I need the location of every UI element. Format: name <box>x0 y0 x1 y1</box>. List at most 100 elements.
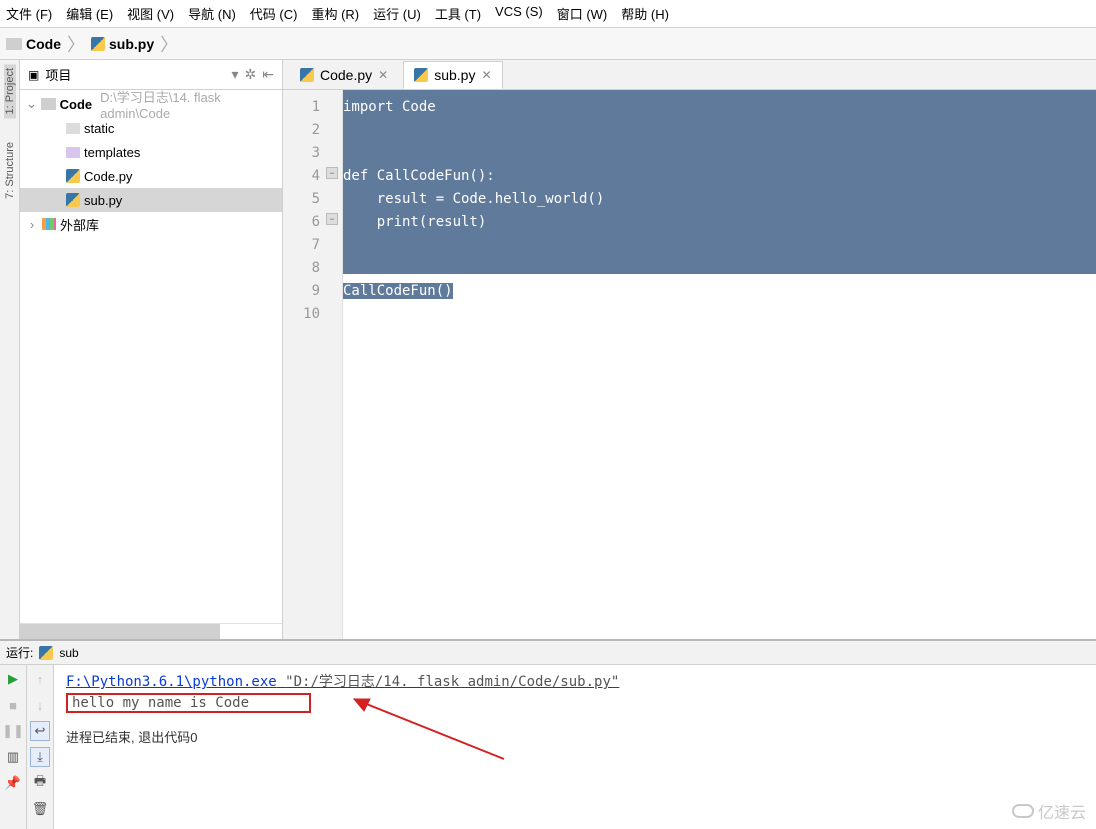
tree-expand-icon[interactable]: ⌄ <box>26 96 37 112</box>
run-toolbar-left: ▶ ■ ❚❚ ▥ 📌 <box>0 665 27 829</box>
watermark: 亿速云 <box>1012 799 1086 823</box>
project-horizontal-scrollbar[interactable] <box>20 623 282 639</box>
left-toolwindow-strip: 1: Project 7: Structure <box>0 60 20 639</box>
line-number: 5 <box>283 188 342 211</box>
stop-button[interactable]: ■ <box>3 695 23 715</box>
down-button[interactable]: ↓ <box>30 695 50 715</box>
breadcrumb-root-label: Code <box>26 36 61 52</box>
menu-navigate[interactable]: 导航 (N) <box>188 4 236 23</box>
tree-root-path: D:\学习日志\14. flask admin\Code <box>100 90 278 121</box>
folder-icon <box>41 98 56 110</box>
run-header: 运行: sub <box>0 641 1096 665</box>
line-number: 9 <box>283 280 342 303</box>
annotation-arrow-icon <box>344 689 514 773</box>
print-button[interactable]: 🖶 <box>30 773 50 793</box>
code-editor[interactable]: 1 2 3 4 5 6 7 8 9 10 − − import Code def… <box>283 90 1096 639</box>
tree-label: Code.py <box>84 169 132 184</box>
collapse-icon[interactable]: ⇤ <box>262 66 274 83</box>
pin-button[interactable]: 📌 <box>3 773 23 793</box>
run-toolbar-nav: ↑ ↓ ↩ ⤓ 🖶 🗑 <box>27 665 54 829</box>
watermark-text: 亿速云 <box>1038 799 1086 823</box>
run-header-label: 运行: <box>6 644 33 661</box>
menu-refactor[interactable]: 重构 (R) <box>311 4 359 23</box>
console-command-line: F:\Python3.6.1\python.exe "D:/学习日志/14. f… <box>66 671 1084 691</box>
line-number: 10 <box>283 303 342 326</box>
view-mode-dropdown-icon[interactable]: ▾ <box>232 66 239 83</box>
console-script-arg: "D:/学习日志/14. flask admin/Code/sub.py" <box>285 674 619 690</box>
tab-close-icon[interactable]: ✕ <box>378 68 388 82</box>
python-file-icon <box>66 193 80 207</box>
breadcrumb-sep-icon: 〉 <box>67 31 85 57</box>
python-file-icon <box>66 169 80 183</box>
menu-view[interactable]: 视图 (V) <box>127 4 174 23</box>
cloud-icon <box>1012 804 1034 818</box>
pause-button[interactable]: ❚❚ <box>3 721 23 741</box>
code-line <box>343 119 1096 142</box>
tab-close-icon[interactable]: ✕ <box>481 68 491 82</box>
tree-label: 外部库 <box>60 215 99 234</box>
tree-node-codepy[interactable]: Code.py <box>20 164 282 188</box>
tree-label: sub.py <box>84 193 122 208</box>
run-toolwindow: 运行: sub ▶ ■ ❚❚ ▥ 📌 ↑ ↓ ↩ ⤓ 🖶 🗑 F:\Python… <box>0 639 1096 829</box>
python-file-icon <box>39 646 53 660</box>
wrap-button[interactable]: ↩ <box>30 721 50 741</box>
project-tree[interactable]: ⌄ Code D:\学习日志\14. flask admin\Code stat… <box>20 90 282 623</box>
breadcrumb-file[interactable]: sub.py <box>91 36 154 52</box>
code-line: CallCodeFun() <box>343 283 453 299</box>
menu-window[interactable]: 窗口 (W) <box>557 4 608 23</box>
sidebar-tab-structure[interactable]: 7: Structure <box>4 138 16 203</box>
menu-edit[interactable]: 编辑 (E) <box>66 4 113 23</box>
project-panel-header: ▣ 项目 ▾ ✲ ⇤ <box>20 60 282 90</box>
tab-code-py[interactable]: Code.py ✕ <box>289 61 399 89</box>
code-line: result = Code.hello_world() <box>343 188 1096 211</box>
menu-code[interactable]: 代码 (C) <box>250 4 298 23</box>
line-number: 7 <box>283 234 342 257</box>
console-python-path: F:\Python3.6.1\python.exe <box>66 674 277 690</box>
breadcrumb: Code 〉 sub.py 〉 <box>0 28 1096 60</box>
line-number: 2 <box>283 119 342 142</box>
breadcrumb-root[interactable]: Code <box>6 36 61 52</box>
tree-node-root[interactable]: ⌄ Code D:\学习日志\14. flask admin\Code <box>20 92 282 116</box>
menu-file[interactable]: 文件 (F) <box>6 4 52 23</box>
console-output-highlight: hello my name is Code <box>66 693 311 713</box>
project-panel: ▣ 项目 ▾ ✲ ⇤ ⌄ Code D:\学习日志\14. flask admi… <box>20 60 283 639</box>
line-number: 8 <box>283 257 342 280</box>
up-button[interactable]: ↑ <box>30 669 50 689</box>
tree-node-subpy[interactable]: sub.py <box>20 188 282 212</box>
tree-expand-icon[interactable]: › <box>26 217 38 232</box>
console-output[interactable]: F:\Python3.6.1\python.exe "D:/学习日志/14. f… <box>54 665 1096 829</box>
tree-node-external[interactable]: › 外部库 <box>20 212 282 236</box>
menu-help[interactable]: 帮助 (H) <box>621 4 669 23</box>
settings-gear-icon[interactable]: ✲ <box>245 66 257 83</box>
tab-sub-py[interactable]: sub.py ✕ <box>403 61 502 89</box>
code-text[interactable]: import Code def CallCodeFun(): result = … <box>343 90 1096 639</box>
folder-icon <box>66 123 80 134</box>
fold-handle-icon[interactable]: − <box>326 213 338 225</box>
trash-button[interactable]: 🗑 <box>30 799 50 819</box>
scroll-button[interactable]: ⤓ <box>30 747 50 767</box>
code-line: def CallCodeFun(): <box>343 165 1096 188</box>
python-file-icon <box>91 37 105 51</box>
line-number: 3 <box>283 142 342 165</box>
tab-label: sub.py <box>434 67 475 83</box>
templates-folder-icon <box>66 147 80 158</box>
breadcrumb-sep-icon: 〉 <box>160 31 178 57</box>
layout-button[interactable]: ▥ <box>3 747 23 767</box>
code-line <box>343 142 1096 165</box>
menu-tools[interactable]: 工具 (T) <box>435 4 481 23</box>
rerun-button[interactable]: ▶ <box>3 669 23 689</box>
scrollbar-thumb[interactable] <box>20 624 220 639</box>
run-body: ▶ ■ ❚❚ ▥ 📌 ↑ ↓ ↩ ⤓ 🖶 🗑 F:\Python3.6.1\py… <box>0 665 1096 829</box>
fold-handle-icon[interactable]: − <box>326 167 338 179</box>
python-file-icon <box>300 68 314 82</box>
tree-label: static <box>84 121 114 136</box>
editor-tabs: Code.py ✕ sub.py ✕ <box>283 60 1096 90</box>
tree-node-templates[interactable]: templates <box>20 140 282 164</box>
external-libraries-icon <box>42 218 56 230</box>
sidebar-tab-project[interactable]: 1: Project <box>4 64 16 118</box>
tree-root-label: Code <box>60 97 93 112</box>
editor-area: Code.py ✕ sub.py ✕ 1 2 3 4 5 6 7 8 9 10 … <box>283 60 1096 639</box>
menu-run[interactable]: 运行 (U) <box>373 4 421 23</box>
menu-vcs[interactable]: VCS (S) <box>495 4 543 23</box>
code-line: import Code <box>343 96 1096 119</box>
